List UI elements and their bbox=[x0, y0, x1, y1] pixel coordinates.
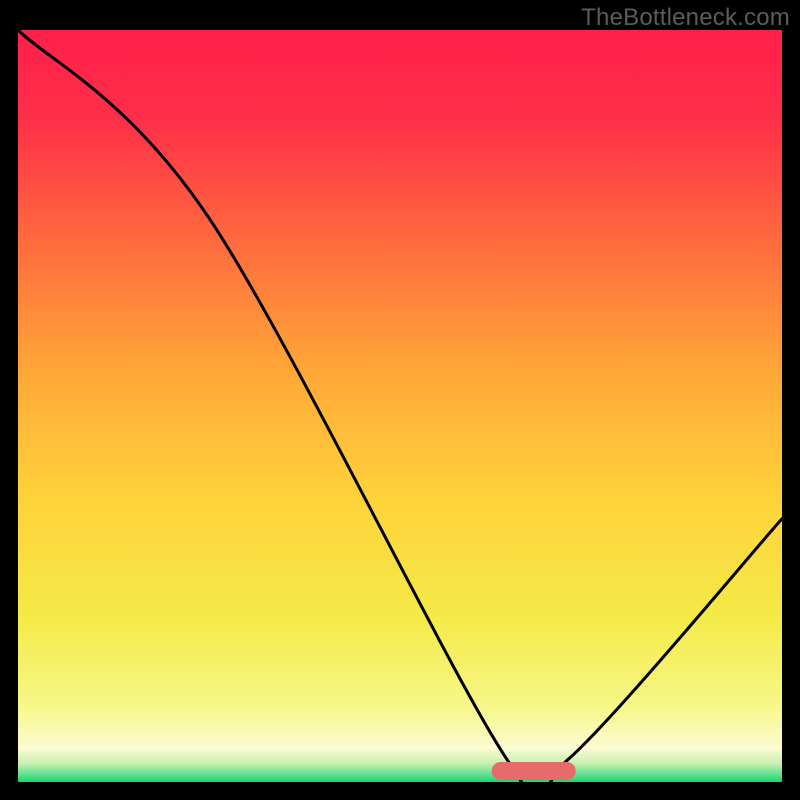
watermark-label: TheBottleneck.com bbox=[581, 4, 790, 32]
plot-area bbox=[18, 30, 782, 782]
bottleneck-chart bbox=[0, 0, 800, 800]
chart-stage: TheBottleneck.com bbox=[0, 0, 800, 800]
optimal-zone-marker bbox=[492, 762, 576, 780]
